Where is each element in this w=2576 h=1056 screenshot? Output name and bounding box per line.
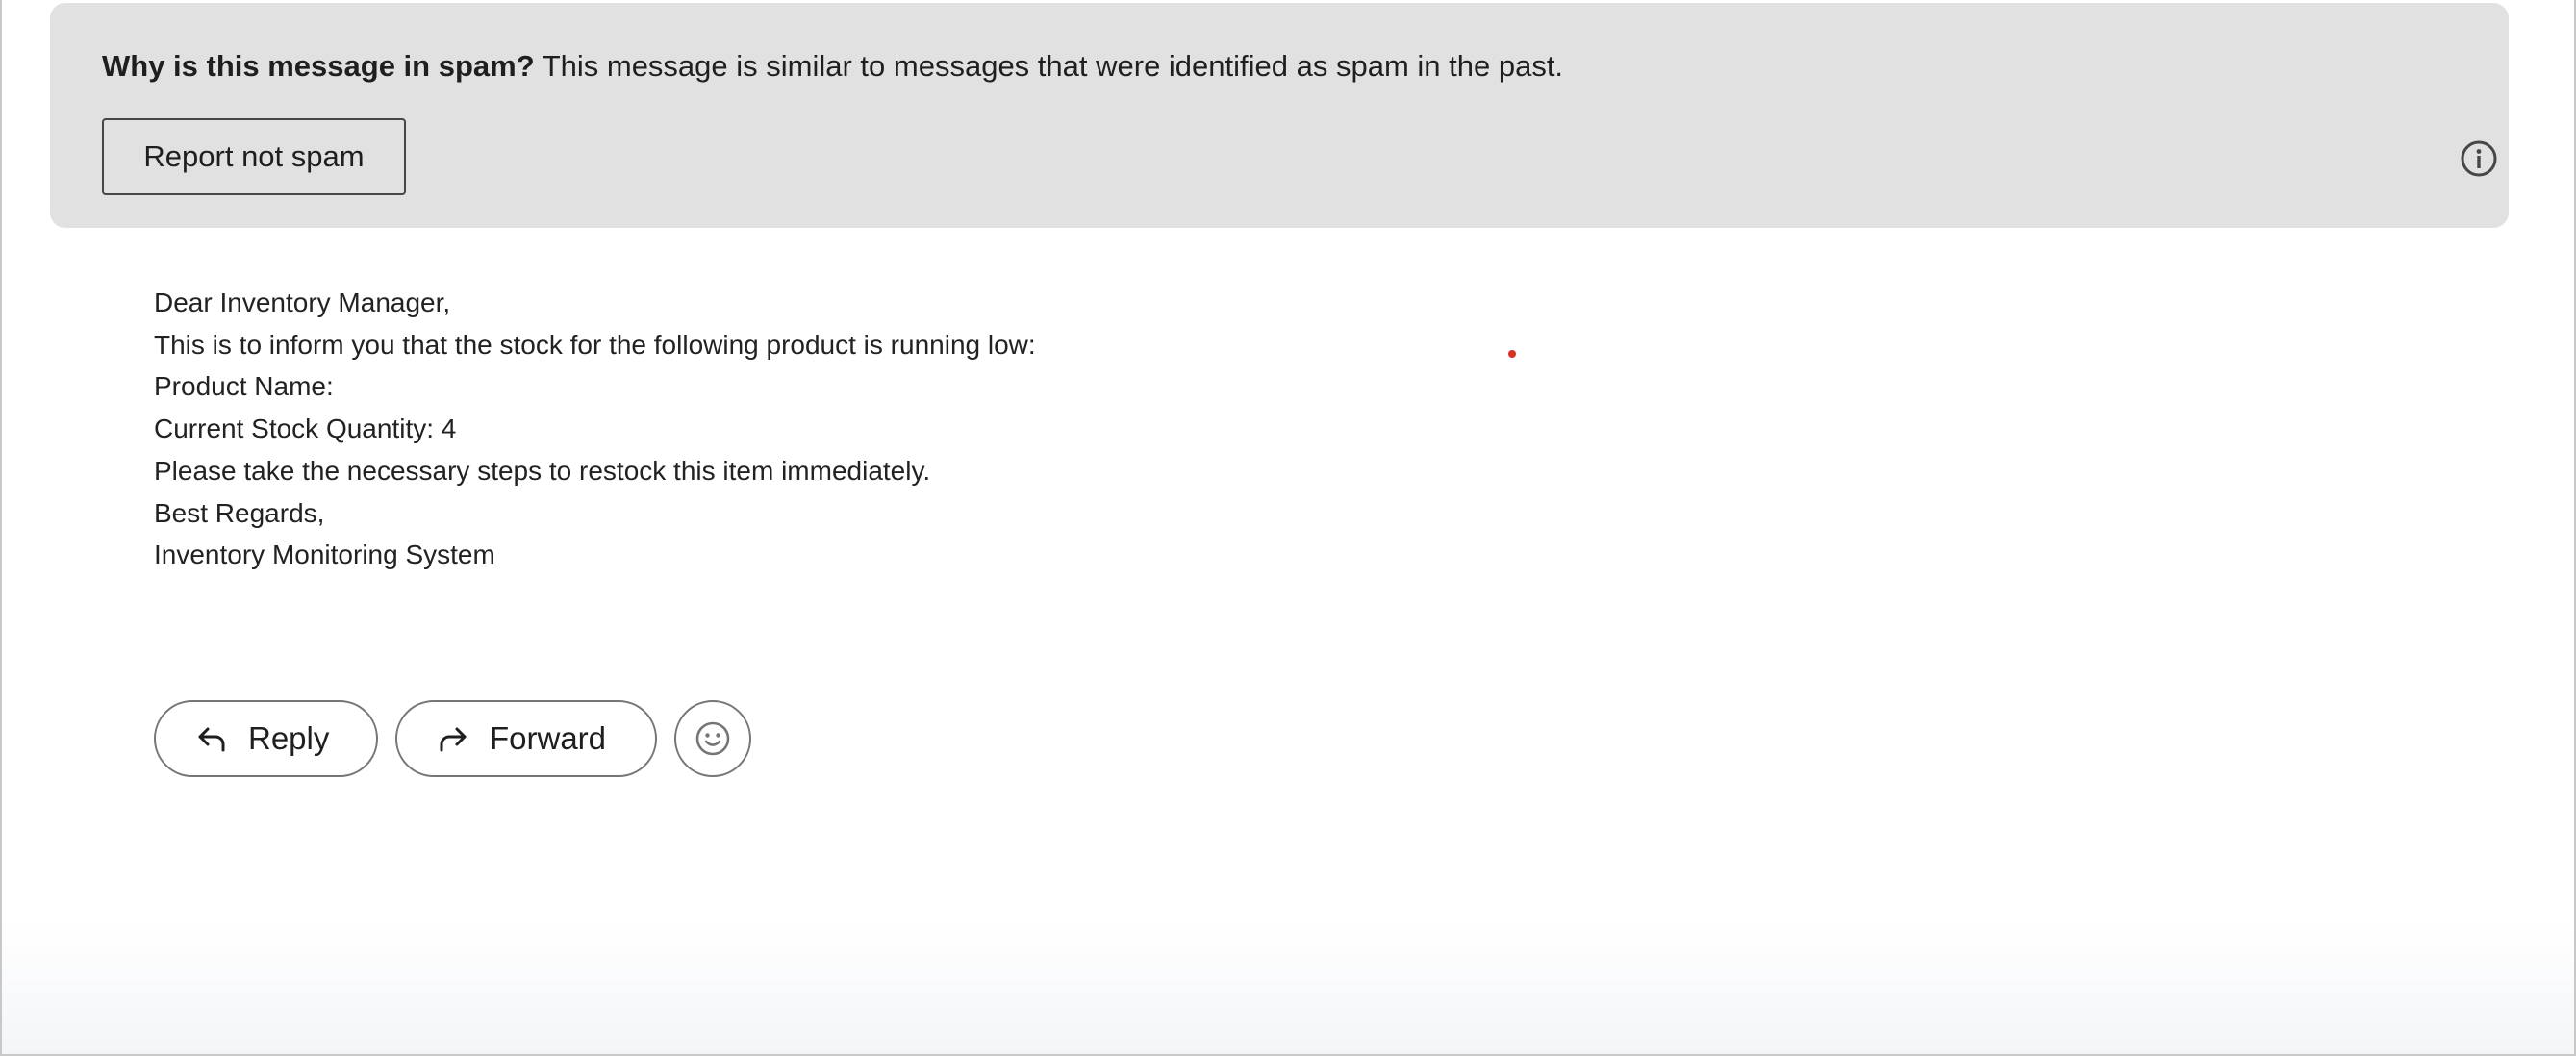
- smiley-face-icon: [695, 721, 730, 756]
- cursor-dot: [1508, 350, 1516, 358]
- info-icon[interactable]: [2460, 139, 2498, 178]
- forward-arrow-icon: [440, 727, 467, 752]
- spam-question: Why is this message in spam?: [102, 49, 535, 83]
- reply-label: Reply: [248, 720, 330, 756]
- message-line-request: Please take the necessary steps to resto…: [154, 455, 931, 486]
- message-line-product-name: Product Name:: [154, 371, 334, 402]
- forward-button[interactable]: Forward: [395, 700, 657, 777]
- message-line-intro: This is to inform you that the stock for…: [154, 329, 1036, 360]
- message-line-stock-quantity: Current Stock Quantity: 4: [154, 414, 457, 444]
- report-not-spam-button[interactable]: Report not spam: [102, 118, 406, 195]
- message-line-closing: Best Regards,: [154, 497, 325, 528]
- email-view: Why is this message in spam? This messag…: [0, 0, 2576, 1056]
- spam-explanation: This message is similar to messages that…: [534, 49, 1564, 83]
- spam-warning-text: Why is this message in spam? This messag…: [102, 49, 1563, 84]
- spam-warning-banner: Why is this message in spam? This messag…: [50, 3, 2509, 228]
- forward-label: Forward: [490, 720, 607, 756]
- reply-button[interactable]: Reply: [154, 700, 378, 777]
- message-body: Dear Inventory Manager, This is to infor…: [154, 282, 1036, 576]
- emoji-reaction-button[interactable]: [674, 700, 751, 777]
- reply-arrow-icon: [198, 727, 225, 752]
- message-line-signature: Inventory Monitoring System: [154, 540, 495, 570]
- message-line-greeting: Dear Inventory Manager,: [154, 288, 451, 317]
